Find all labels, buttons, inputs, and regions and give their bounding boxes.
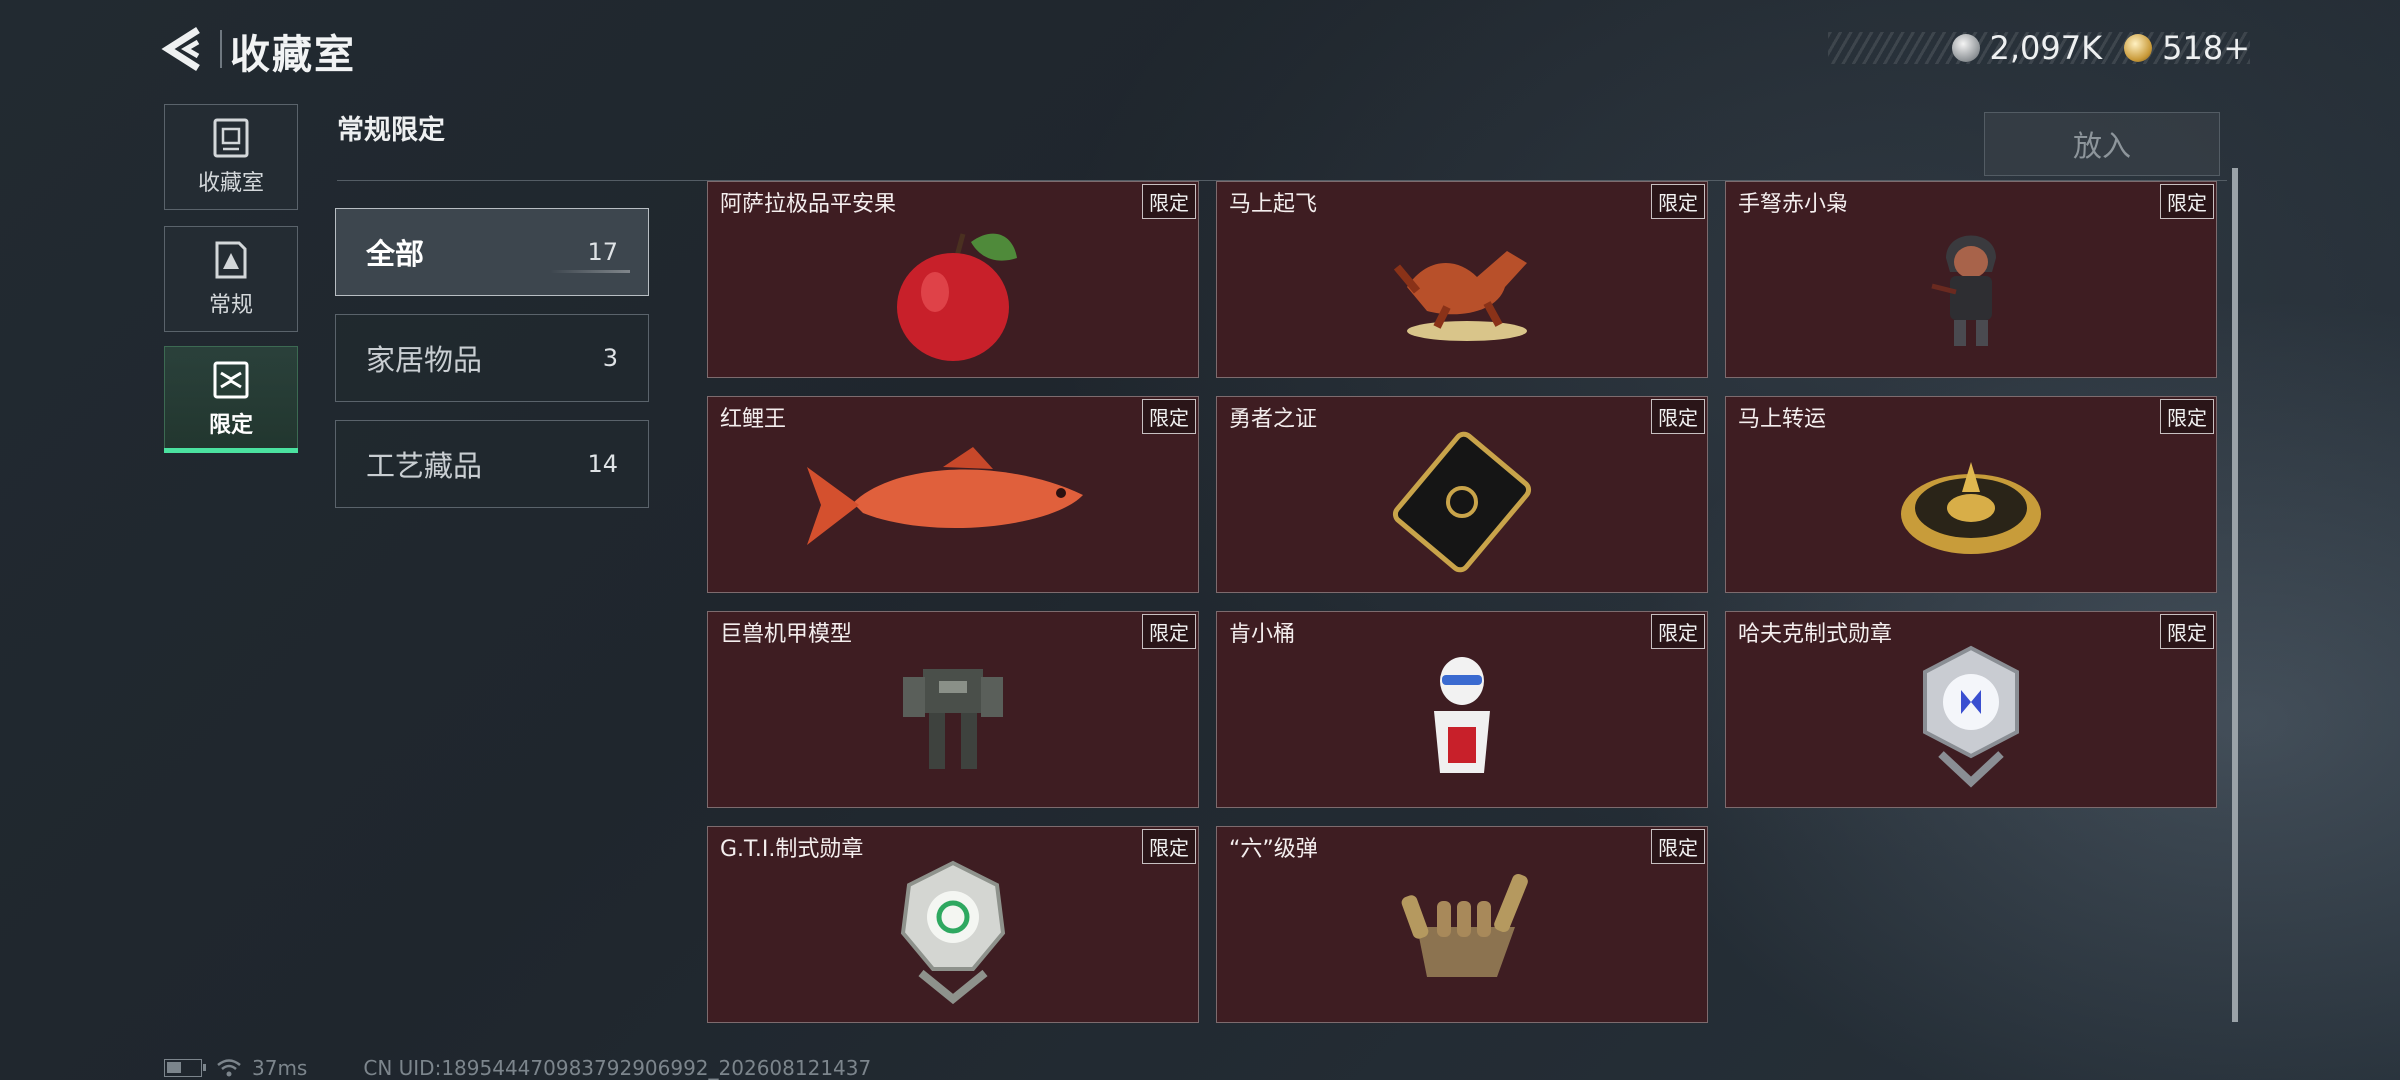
golden-wheel-icon (1901, 462, 2041, 554)
hooded-figure-icon (1931, 235, 1996, 346)
limited-icon (213, 361, 249, 399)
section-title: 常规限定 (337, 115, 445, 146)
battery-icon (164, 1059, 206, 1077)
gold-coin-icon (2124, 34, 2153, 62)
category-label: 工艺藏品 (366, 449, 483, 483)
status-footer: 37ms CN UID:189544470983792906992_202608… (164, 1056, 871, 1080)
sidebar-item-regular[interactable]: 常规 (164, 226, 298, 332)
limited-tag: 限定 (1142, 829, 1196, 864)
category-count: 17 (587, 238, 618, 266)
title-separator (220, 30, 222, 68)
limited-tag: 限定 (2160, 614, 2214, 649)
card-name: 手弩赤小枭 (1738, 192, 1849, 217)
bucket-figure-icon (1434, 657, 1490, 773)
gold-currency-value: 518+ (2162, 29, 2250, 67)
limited-tag: 限定 (1142, 184, 1196, 219)
regular-icon (215, 241, 247, 279)
collection-card[interactable]: “六”级弹 限定 (1216, 826, 1708, 1023)
sidebar-item-label: 收藏室 (197, 171, 264, 196)
card-name: 马上转运 (1738, 407, 1827, 432)
collection-card[interactable]: 红鲤王 限定 (707, 396, 1199, 593)
category-craft-collectibles[interactable]: 工艺藏品 14 (335, 420, 649, 508)
wifi-icon (217, 1059, 241, 1077)
category-decoration (550, 270, 630, 273)
gold-currency[interactable]: 518+ (2124, 29, 2250, 67)
category-home-items[interactable]: 家居物品 3 (335, 314, 649, 402)
category-count: 14 (587, 450, 618, 478)
card-name: 阿萨拉极品平安果 (720, 192, 897, 217)
ping-value: 37ms (252, 1056, 308, 1080)
collection-card[interactable]: 手弩赤小枭 限定 (1725, 181, 2217, 378)
collection-card[interactable]: G.T.I.制式勋章 限定 (707, 826, 1199, 1023)
back-arrow-icon (161, 27, 200, 71)
collection-card[interactable]: 阿萨拉极品平安果 限定 (707, 181, 1199, 378)
limited-tag: 限定 (1651, 829, 1705, 864)
silver-coin-icon (1951, 34, 1980, 62)
currency-bar: 2,097K 518+ (1828, 29, 2250, 67)
uid-text: CN UID:189544470983792906992_20260812143… (363, 1056, 872, 1080)
black-card-icon (1392, 431, 1532, 573)
card-name: 巨兽机甲模型 (720, 622, 853, 647)
card-name: 哈夫克制式勋章 (1738, 622, 1893, 647)
collection-room-icon (213, 118, 249, 158)
limited-tag: 限定 (1651, 399, 1705, 434)
sidebar-item-limited[interactable]: 限定 (164, 346, 298, 452)
collection-card[interactable]: 哈夫克制式勋章 限定 (1725, 611, 2217, 808)
scrollbar-thumb[interactable] (2232, 168, 2238, 1022)
sidebar-item-label: 限定 (208, 413, 253, 438)
back-button[interactable] (160, 24, 210, 74)
page-title: 收藏室 (230, 32, 356, 78)
collection-card[interactable]: 马上起飞 限定 (1216, 181, 1708, 378)
sidebar-item-label: 常规 (208, 293, 253, 318)
limited-tag: 限定 (1142, 399, 1196, 434)
collection-card[interactable]: 马上转运 限定 (1725, 396, 2217, 593)
card-name: 勇者之证 (1229, 407, 1318, 432)
mech-model-icon (903, 669, 1003, 769)
card-name: G.T.I.制式勋章 (720, 837, 864, 862)
card-name: 马上起飞 (1229, 192, 1318, 217)
card-name: “六”级弹 (1229, 837, 1318, 862)
limited-tag: 限定 (2160, 399, 2214, 434)
card-name: 肯小桶 (1229, 622, 1296, 647)
bullet-hand-icon (1401, 873, 1528, 977)
apple-icon (897, 233, 1017, 361)
silver-currency-value: 2,097K (1989, 29, 2103, 67)
limited-tag: 限定 (2160, 184, 2214, 219)
active-nav-indicator (164, 448, 298, 453)
collection-card[interactable]: 勇者之证 限定 (1216, 396, 1708, 593)
limited-tag: 限定 (1651, 614, 1705, 649)
flying-horse-icon (1393, 251, 1527, 341)
category-all[interactable]: 全部 17 (335, 208, 649, 296)
category-label: 家居物品 (366, 343, 483, 377)
silver-currency[interactable]: 2,097K (1951, 29, 2103, 67)
collection-card[interactable]: 肯小桶 限定 (1216, 611, 1708, 808)
category-count: 3 (602, 344, 618, 372)
sidebar-item-collection-room[interactable]: 收藏室 (164, 104, 298, 210)
card-name: 红鲤王 (720, 407, 787, 432)
collection-card[interactable]: 巨兽机甲模型 限定 (707, 611, 1199, 808)
limited-tag: 限定 (1651, 184, 1705, 219)
put-in-button[interactable]: 放入 (1984, 112, 2220, 176)
category-label: 全部 (366, 237, 425, 271)
blue-medal-icon (1923, 645, 2019, 788)
limited-tag: 限定 (1142, 614, 1196, 649)
red-carp-icon (807, 447, 1083, 545)
green-medal-icon (900, 860, 1006, 1005)
